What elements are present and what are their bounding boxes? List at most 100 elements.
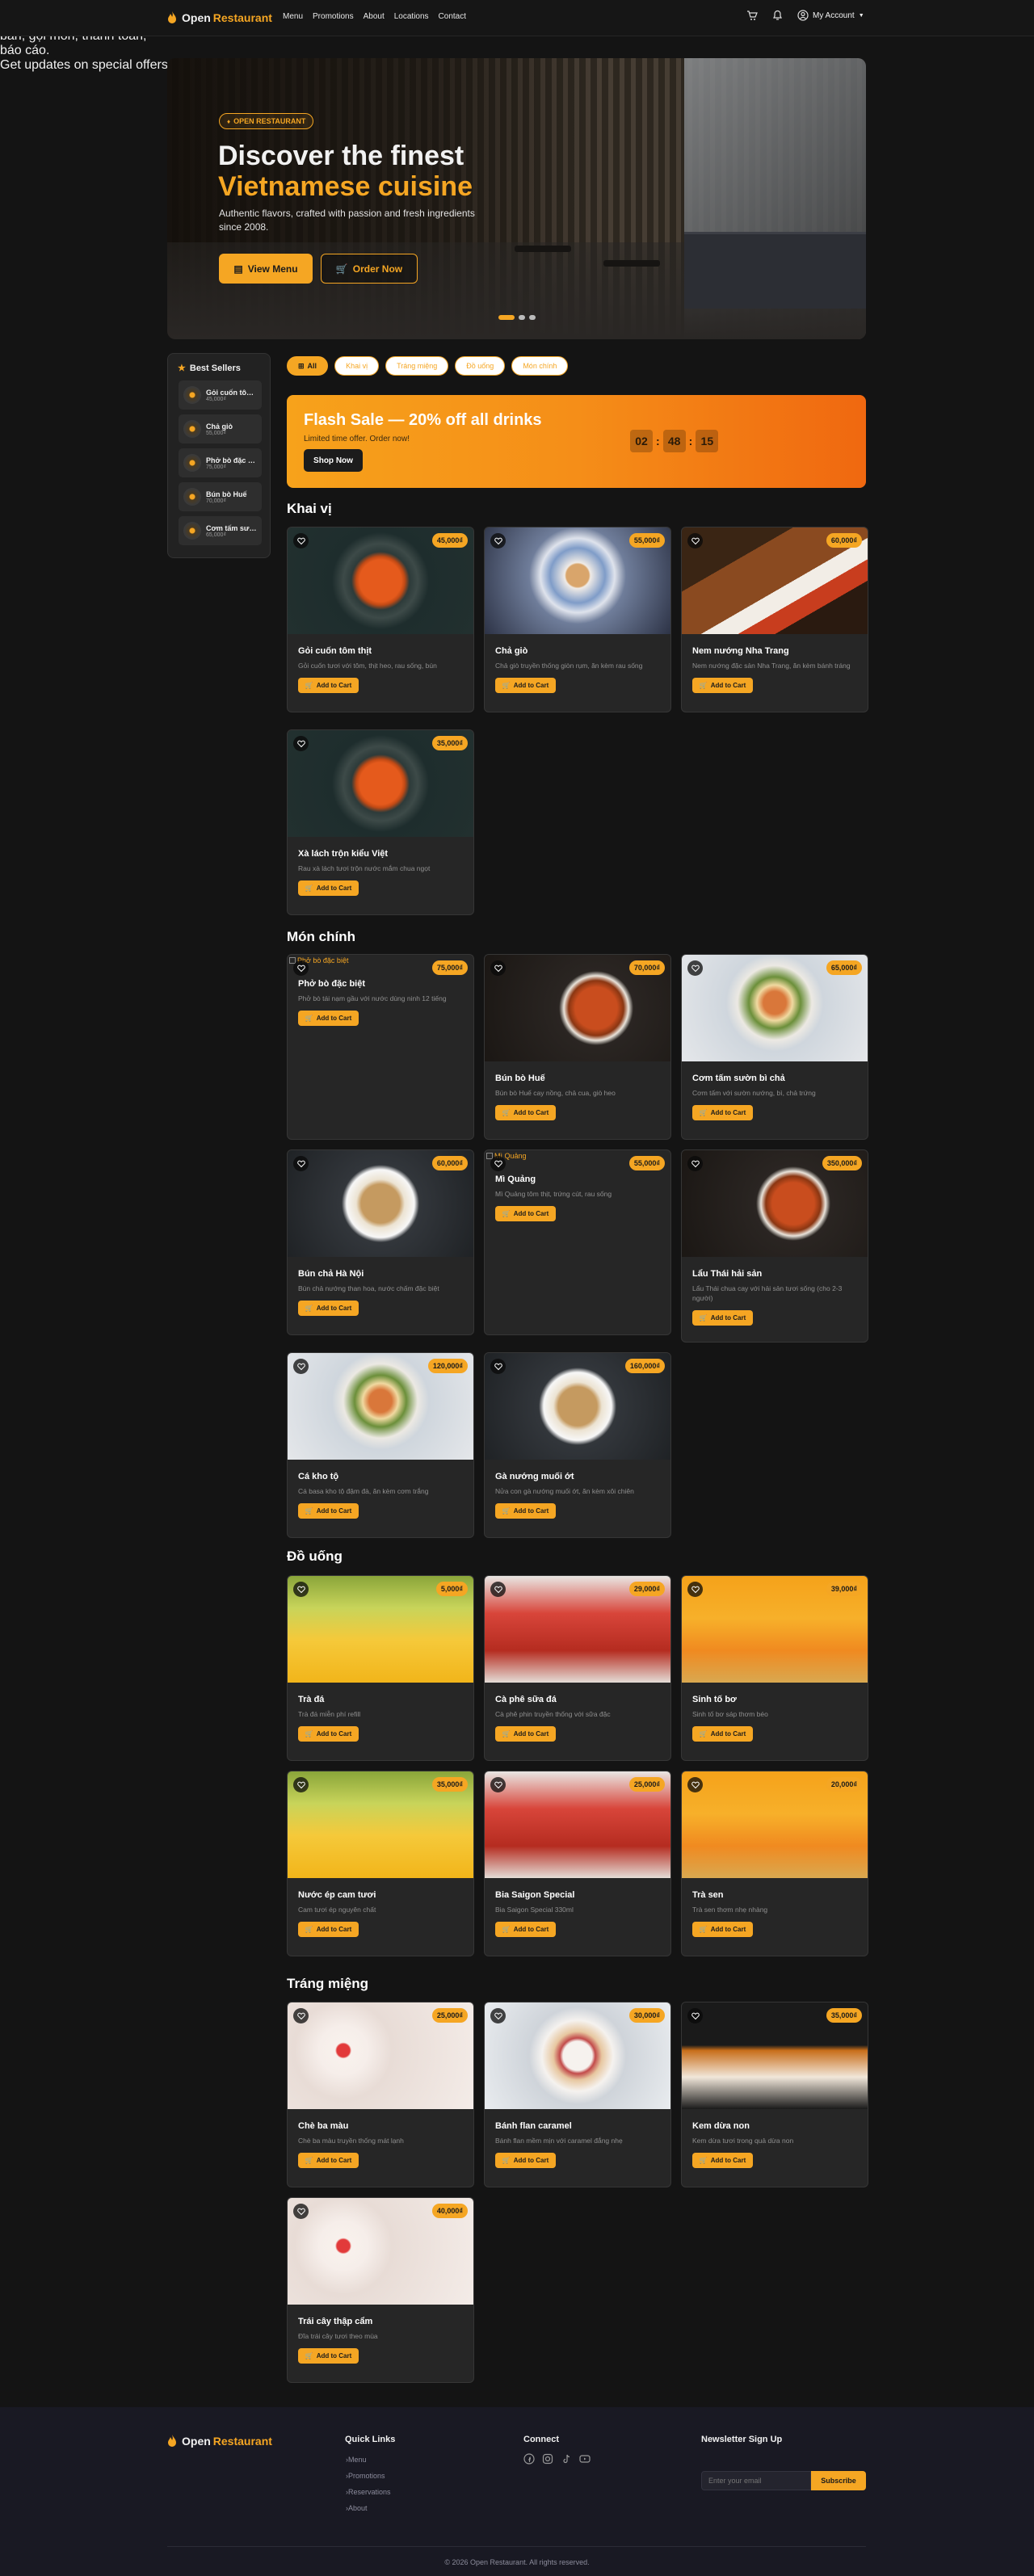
favorite-button[interactable] xyxy=(490,1359,506,1374)
menu-item-card[interactable]: 39,000₫ Sinh tố bơ Sinh tố bơ sáp thơm béo… xyxy=(681,1575,868,1761)
nav-link-about[interactable]: About xyxy=(364,12,385,21)
best-seller-item[interactable]: Chả giò 55,000₫ xyxy=(179,414,262,443)
favorite-button[interactable] xyxy=(293,1582,309,1597)
carousel-dot[interactable] xyxy=(519,315,525,320)
footer-quick-link[interactable]: ›Reservations xyxy=(346,2488,391,2496)
add-to-cart-button[interactable]: 🛒 Add to Cart xyxy=(495,1922,556,1937)
tiktok-icon[interactable] xyxy=(561,2453,572,2465)
add-to-cart-button[interactable]: 🛒 Add to Cart xyxy=(692,1726,753,1742)
menu-item-card[interactable]: 45,000₫ Gỏi cuốn tôm thịt Gỏi cuốn tươi vớ… xyxy=(287,527,474,712)
add-to-cart-button[interactable]: 🛒 Add to Cart xyxy=(298,2348,359,2364)
filter-chip-trang-mieng[interactable]: Tráng miệng xyxy=(385,356,449,376)
add-to-cart-button[interactable]: 🛒 Add to Cart xyxy=(298,1301,359,1316)
carousel-dot[interactable] xyxy=(529,315,536,320)
menu-item-card[interactable]: 29,000₫ Cà phê sữa đá Cà phê phin truyền t… xyxy=(484,1575,671,1761)
menu-item-card[interactable]: 70,000₫ Bún bò Huế Bún bò Huế cay nồng, ch… xyxy=(484,954,671,1140)
newsletter-email-input[interactable] xyxy=(701,2471,811,2490)
menu-item-card[interactable]: 40,000₫ Trái cây thập cẩm Đĩa trái cây tươ… xyxy=(287,2197,474,2383)
menu-item-card[interactable]: 5,000₫ Trà đá Trà đá miễn phí refill 🛒 Add t… xyxy=(287,1575,474,1761)
favorite-button[interactable] xyxy=(490,1156,506,1171)
add-to-cart-button[interactable]: 🛒 Add to Cart xyxy=(495,1206,556,1221)
best-seller-item[interactable]: Bún bò Huế 70,000₫ xyxy=(179,482,262,511)
add-to-cart-button[interactable]: 🛒 Add to Cart xyxy=(495,1105,556,1120)
subscribe-button[interactable]: Subscribe xyxy=(811,2471,866,2490)
filter-chip-all[interactable]: ⊞ All xyxy=(287,356,329,376)
best-seller-item[interactable]: Cơm tấm sườn bì chả65,000₫ xyxy=(179,516,262,545)
menu-item-card[interactable]: Phở bò đặc biệt 75,000₫ Phở bò đặc biệt Phở… xyxy=(287,954,474,1140)
menu-item-card[interactable]: 55,000₫ Chả giò Chả giò truyền thống giòn … xyxy=(484,527,671,712)
favorite-button[interactable] xyxy=(687,533,703,548)
filter-chip-khai-vi[interactable]: Khai vị xyxy=(334,356,380,376)
add-to-cart-button[interactable]: 🛒 Add to Cart xyxy=(298,2153,359,2168)
add-to-cart-button[interactable]: 🛒 Add to Cart xyxy=(692,678,753,693)
favorite-button[interactable] xyxy=(687,1156,703,1171)
favorite-button[interactable] xyxy=(490,1777,506,1792)
facebook-icon[interactable] xyxy=(523,2453,535,2465)
nav-link-promotions[interactable]: Promotions xyxy=(313,12,354,21)
favorite-button[interactable] xyxy=(490,2008,506,2023)
add-to-cart-button[interactable]: 🛒 Add to Cart xyxy=(495,1726,556,1742)
footer-quick-link[interactable]: ›About xyxy=(346,2504,368,2512)
favorite-button[interactable] xyxy=(293,2204,309,2219)
menu-item-card[interactable]: 120,000₫ Cá kho tộ Cá basa kho tộ đậm đà, … xyxy=(287,1352,474,1538)
footer-quick-link[interactable]: ›Promotions xyxy=(346,2472,385,2480)
youtube-icon[interactable] xyxy=(579,2453,591,2465)
favorite-button[interactable] xyxy=(293,533,309,548)
add-to-cart-button[interactable]: 🛒 Add to Cart xyxy=(298,1726,359,1742)
view-menu-button[interactable]: ▤ View Menu xyxy=(219,254,313,284)
favorite-button[interactable] xyxy=(293,960,309,976)
menu-item-card[interactable]: 160,000₫ Gà nướng muối ớt Nửa con gà nướng… xyxy=(484,1352,671,1538)
favorite-button[interactable] xyxy=(687,1777,703,1792)
brand-logo[interactable]: Open Restaurant xyxy=(167,11,272,24)
nav-link-contact[interactable]: Contact xyxy=(439,12,466,21)
menu-item-card[interactable]: 35,000₫ Nước ép cam tươi Cam tươi ép nguyê… xyxy=(287,1771,474,1956)
menu-item-card[interactable]: 30,000₫ Bánh flan caramel Bánh flan mềm mị… xyxy=(484,2002,671,2187)
add-to-cart-button[interactable]: 🛒 Add to Cart xyxy=(692,1310,753,1326)
favorite-button[interactable] xyxy=(687,2008,703,2023)
add-to-cart-button[interactable]: 🛒 Add to Cart xyxy=(298,678,359,693)
add-to-cart-button[interactable]: 🛒 Add to Cart xyxy=(298,1011,359,1026)
menu-item-card[interactable]: 25,000₫ Bia Saigon Special Bia Saigon Spec… xyxy=(484,1771,671,1956)
menu-item-card[interactable]: 65,000₫ Cơm tấm sườn bì chả Cơm tấm với sư… xyxy=(681,954,868,1140)
favorite-button[interactable] xyxy=(490,533,506,548)
favorite-button[interactable] xyxy=(293,1359,309,1374)
bell-icon[interactable] xyxy=(772,10,783,21)
favorite-button[interactable] xyxy=(687,960,703,976)
favorite-button[interactable] xyxy=(490,1582,506,1597)
add-to-cart-button[interactable]: 🛒 Add to Cart xyxy=(692,2153,753,2168)
add-to-cart-button[interactable]: 🛒 Add to Cart xyxy=(298,880,359,896)
add-to-cart-button[interactable]: 🛒 Add to Cart xyxy=(298,1922,359,1937)
filter-chip-mon-chinh[interactable]: Món chính xyxy=(511,356,569,376)
shop-now-button[interactable]: Shop Now xyxy=(304,449,363,472)
carousel-dot[interactable] xyxy=(498,315,515,320)
menu-item-card[interactable]: 25,000₫ Chè ba màu Chè ba màu truyền thống… xyxy=(287,2002,474,2187)
order-now-button[interactable]: 🛒 Order Now xyxy=(321,254,418,284)
nav-link-menu[interactable]: Menu xyxy=(283,12,303,21)
best-seller-item[interactable]: Gỏi cuốn tôm thịt45,000₫ xyxy=(179,380,262,410)
nav-link-locations[interactable]: Locations xyxy=(394,12,429,21)
menu-item-card[interactable]: 60,000₫ Nem nướng Nha Trang Nem nướng đặc … xyxy=(681,527,868,712)
instagram-icon[interactable] xyxy=(542,2453,553,2465)
add-to-cart-button[interactable]: 🛒 Add to Cart xyxy=(298,1503,359,1519)
favorite-button[interactable] xyxy=(293,2008,309,2023)
footer-logo[interactable]: Open Restaurant xyxy=(167,2435,272,2448)
add-to-cart-button[interactable]: 🛒 Add to Cart xyxy=(495,2153,556,2168)
favorite-button[interactable] xyxy=(293,736,309,751)
menu-item-card[interactable]: 35,000₫ Xà lách trộn kiểu Việt Rau xà lách… xyxy=(287,729,474,915)
add-to-cart-button[interactable]: 🛒 Add to Cart xyxy=(692,1922,753,1937)
menu-item-card[interactable]: 350,000₫ Lẩu Thái hải sản Lẩu Thái chua ca… xyxy=(681,1149,868,1343)
footer-quick-link[interactable]: ›Menu xyxy=(346,2456,367,2464)
favorite-button[interactable] xyxy=(293,1156,309,1171)
menu-item-card[interactable]: 35,000₫ Kem dừa non Kem dừa tươi trong quả… xyxy=(681,2002,868,2187)
favorite-button[interactable] xyxy=(490,960,506,976)
add-to-cart-button[interactable]: 🛒 Add to Cart xyxy=(495,678,556,693)
best-seller-item[interactable]: Phở bò đặc biệt 75,000₫ xyxy=(179,448,262,477)
favorite-button[interactable] xyxy=(687,1582,703,1597)
menu-item-card[interactable]: 60,000₫ Bún chả Hà Nội Bún chả nướng than … xyxy=(287,1149,474,1335)
cart-icon[interactable] xyxy=(746,10,758,21)
menu-item-card[interactable]: Mì Quảng 55,000₫ Mì Quảng Mì Quảng tôm thịt… xyxy=(484,1149,671,1335)
favorite-button[interactable] xyxy=(293,1777,309,1792)
account-menu[interactable]: My Account ▼ xyxy=(797,10,864,21)
menu-item-card[interactable]: 20,000₫ Trà sen Trà sen thơm nhẹ nhàng 🛒 Add… xyxy=(681,1771,868,1956)
filter-chip-do-uong[interactable]: Đồ uống xyxy=(455,356,506,376)
